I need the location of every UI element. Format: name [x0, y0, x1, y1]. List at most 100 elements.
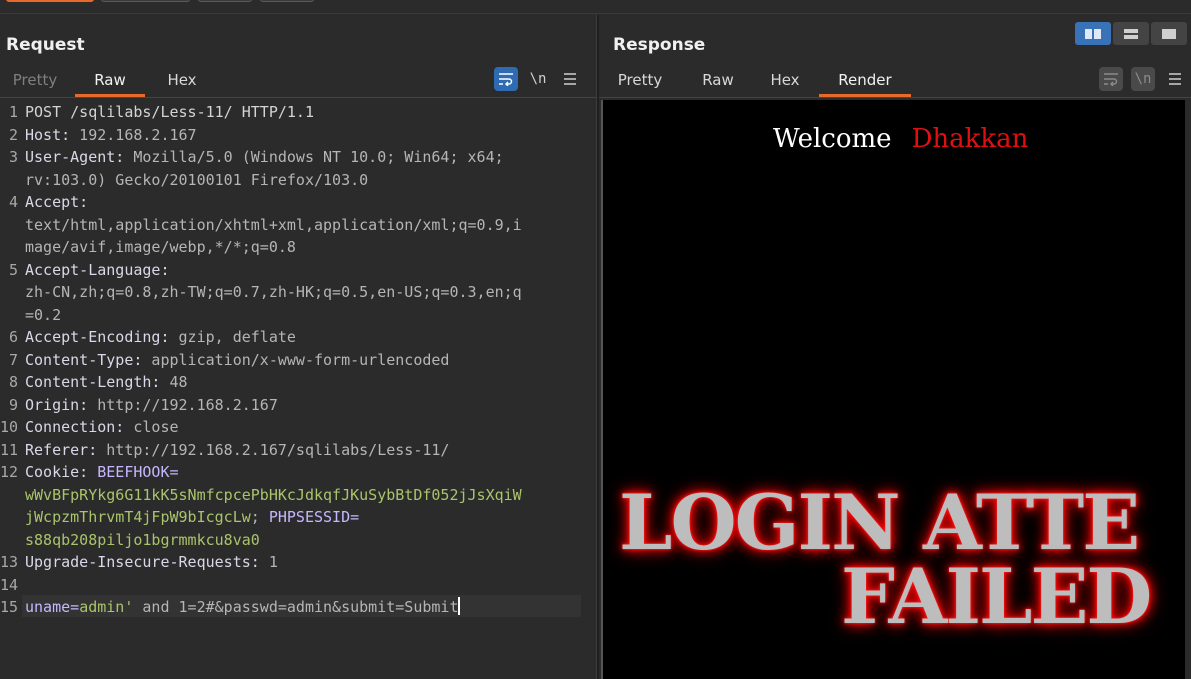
body-rest: and 1=2#&passwd=admin&submit=Submit	[133, 598, 459, 616]
header-key: User-Agent:	[25, 148, 125, 166]
line-number: 2	[8, 125, 18, 144]
header-value: 48	[160, 373, 188, 391]
header-key: Accept-Language:	[25, 260, 170, 279]
header-value: http://192.168.2.167/sqlilabs/Less-11/	[97, 440, 450, 459]
param-name: uname=	[25, 598, 80, 616]
header-key: Referer:	[25, 440, 98, 459]
header-line: Accept-Language:	[25, 259, 170, 282]
header-key: Origin:	[25, 395, 89, 414]
single-pane-icon[interactable]	[1151, 22, 1187, 45]
hamburger-menu-icon[interactable]	[1163, 67, 1187, 91]
header-value-cont: rv:103.0) Gecko/20100101 Firefox/103.0	[25, 170, 369, 189]
header-line: Host: 192.168.2.167	[25, 124, 197, 147]
tab-pretty[interactable]: Pretty	[605, 67, 675, 97]
render-view: Welcome Dhakkan LOGIN ATTE FAILED	[601, 100, 1185, 679]
render-scrollbar[interactable]	[1185, 100, 1191, 679]
line-number: 7	[8, 350, 18, 369]
header-value-cont: =0.2	[25, 305, 62, 324]
response-tabs-divider	[599, 97, 1191, 98]
tab-pretty[interactable]: Pretty	[0, 67, 70, 97]
line-number: 4	[8, 193, 18, 211]
welcome-text: Welcome	[773, 124, 892, 154]
line-number: 12	[0, 463, 19, 481]
line-number: 15	[0, 598, 19, 616]
cancel-button[interactable]	[101, 0, 190, 2]
cookie-value: s88qb208piljo1bgrmmkcu8va0	[25, 530, 260, 549]
header-line: Upgrade-Insecure-Requests: 1	[25, 551, 278, 574]
cookie-name: BEEFHOOK=	[88, 463, 179, 481]
line-number: 11	[0, 440, 19, 459]
back-button[interactable]	[198, 0, 252, 2]
header-value-cont: mage/avif,image/webp,*/*;q=0.8	[25, 238, 296, 256]
header-value: application/x-www-form-urlencoded	[142, 350, 450, 369]
request-line: POST /sqlilabs/Less-11/ HTTP/1.1	[25, 103, 314, 121]
header-value: close	[124, 418, 179, 436]
side-by-side-icon[interactable]	[1075, 22, 1111, 45]
header-line: Referer: http://192.168.2.167/sqlilabs/L…	[25, 439, 449, 462]
header-value: Mozilla/5.0 (Windows NT 10.0; Win64; x64…	[124, 148, 504, 166]
line-number: 10	[0, 418, 19, 436]
top-toolbar-strip	[0, 0, 1191, 14]
cookie-value: wWvBFpRYkg6G11kK5sNmfcpcePbHKcJdkqfJKuSy…	[25, 485, 522, 504]
header-value-cont: text/html,application/xhtml+xml,applicat…	[25, 215, 522, 234]
header-value: http://192.168.2.167	[88, 395, 278, 414]
hamburger-menu-icon[interactable]	[558, 67, 582, 91]
request-tabs: Pretty Raw Hex	[0, 67, 217, 97]
newline-toggle[interactable]: \n	[526, 67, 550, 91]
user-name: Dhakkan	[911, 124, 1029, 154]
forward-button[interactable]	[260, 0, 314, 2]
tab-raw[interactable]: Raw	[75, 67, 145, 97]
text-caret	[458, 597, 461, 615]
body-line[interactable]: uname=admin' and 1=2#&passwd=admin&submi…	[25, 596, 461, 619]
header-line: Accept:	[25, 191, 88, 214]
request-panel: Request Pretty Raw Hex \n 1 POST /sqlila…	[0, 15, 596, 679]
request-title: Request	[6, 35, 85, 55]
line-number: 13	[0, 553, 19, 571]
line-number: 14	[0, 575, 19, 594]
header-value-cont: zh-CN,zh;q=0.8,zh-TW;q=0.7,zh-HK;q=0.5,e…	[25, 283, 522, 301]
tab-hex[interactable]: Hex	[755, 67, 815, 97]
header-key: Cookie:	[25, 463, 89, 481]
layout-switch	[1075, 22, 1187, 45]
header-line: User-Agent: Mozilla/5.0 (Windows NT 10.0…	[25, 146, 504, 169]
header-value: 1	[259, 553, 278, 571]
wrap-lines-icon[interactable]	[494, 67, 518, 91]
line-number: 6	[8, 328, 18, 346]
cookie-separator: ;	[250, 508, 269, 526]
header-value: gzip, deflate	[169, 328, 296, 346]
response-tools: \n	[1099, 66, 1187, 92]
request-tools: \n	[494, 66, 582, 92]
login-failed-banner-line2: FAILED	[841, 552, 1152, 641]
line-number: 3	[8, 148, 18, 166]
header-key: Content-Type:	[25, 350, 143, 369]
line-number: 1	[8, 103, 18, 121]
header-key: Content-Length:	[25, 373, 161, 391]
header-line: Connection: close	[25, 416, 179, 439]
header-key: Connection:	[25, 418, 125, 436]
cookie-line-cont: jWcpzmThrvmT4jFpW9bIcgcLw; PHPSESSID=	[25, 506, 359, 529]
response-tabs: Pretty Raw Hex Render	[605, 67, 911, 97]
stacked-icon[interactable]	[1113, 22, 1149, 45]
line-number: 8	[8, 373, 18, 391]
response-title: Response	[613, 35, 706, 55]
cookie-line: Cookie: BEEFHOOK=	[25, 461, 179, 484]
cookie-value: jWcpzmThrvmT4jFpW9bIcgcLw	[25, 508, 251, 526]
response-panel: Response Pretty Raw Hex Render \n Welcom…	[599, 15, 1191, 679]
wrap-lines-icon[interactable]	[1099, 67, 1123, 91]
cookie-name: PHPSESSID=	[268, 508, 360, 526]
newline-toggle[interactable]: \n	[1131, 67, 1155, 91]
header-line: Content-Length: 48	[25, 371, 188, 394]
header-value: 192.168.2.167	[70, 125, 197, 144]
header-line: Content-Type: application/x-www-form-url…	[25, 349, 449, 372]
line-number: 9	[8, 395, 18, 414]
send-button[interactable]	[6, 0, 94, 2]
request-editor[interactable]: 1 POST /sqlilabs/Less-11/ HTTP/1.1 2 Hos…	[0, 98, 596, 679]
welcome-message: Welcome Dhakkan	[773, 124, 1028, 154]
header-line: Accept-Encoding: gzip, deflate	[25, 326, 296, 349]
header-key: Upgrade-Insecure-Requests:	[25, 553, 260, 571]
tab-raw[interactable]: Raw	[683, 67, 753, 97]
tab-hex[interactable]: Hex	[147, 67, 217, 97]
tab-render[interactable]: Render	[819, 67, 911, 97]
header-key: Accept:	[25, 193, 89, 211]
header-key: Host:	[25, 125, 71, 144]
